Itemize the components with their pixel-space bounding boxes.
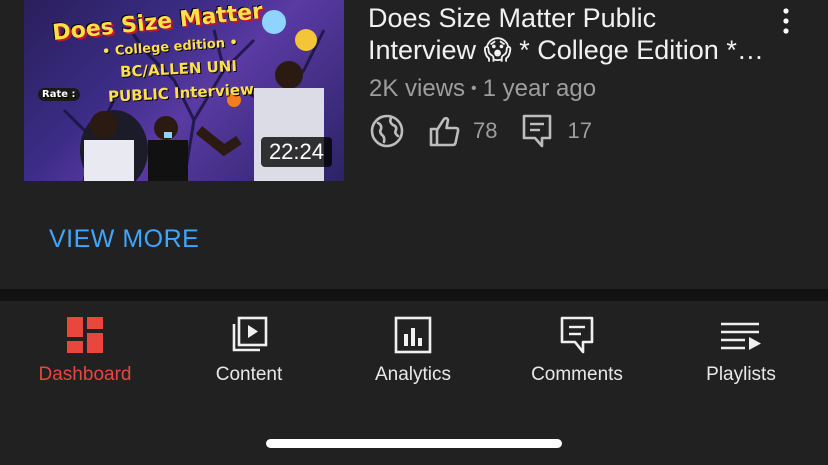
tab-content[interactable]: Content: [167, 315, 331, 395]
content-icon: [232, 316, 268, 352]
globe-icon: [369, 113, 405, 149]
video-thumbnail[interactable]: Does Size Matter • College edition • BC/…: [24, 0, 344, 181]
comment-icon: [521, 113, 553, 149]
like-icon: [427, 114, 461, 148]
analytics-icon: [394, 316, 432, 354]
tab-playlists[interactable]: Playlists: [659, 315, 823, 395]
video-card[interactable]: Does Size Matter • College edition • BC/…: [0, 0, 828, 290]
tab-comments-label: Comments: [531, 364, 623, 385]
tab-dashboard-label: Dashboard: [38, 364, 132, 385]
tab-dashboard[interactable]: Dashboard: [3, 315, 167, 395]
section-divider: [0, 289, 828, 301]
like-count: 78: [473, 118, 498, 143]
tab-content-label: Content: [215, 364, 283, 385]
upload-age: 1 year ago: [482, 75, 597, 102]
comment-count: 17: [567, 118, 592, 143]
video-duration: 22:24: [260, 137, 332, 167]
home-indicator[interactable]: [266, 439, 562, 448]
view-more-button[interactable]: VIEW MORE: [49, 225, 199, 254]
kebab-icon[interactable]: [772, 6, 800, 36]
bottom-tab-bar: Dashboard Content Analytics Comments Pla…: [0, 301, 828, 465]
tab-analytics-label: Analytics: [374, 364, 452, 385]
comments-icon: [560, 316, 594, 354]
tab-analytics[interactable]: Analytics: [331, 315, 495, 395]
video-stats: 78 17: [369, 112, 592, 150]
tab-comments[interactable]: Comments: [495, 315, 659, 395]
meta-separator: •: [471, 80, 477, 97]
video-title[interactable]: Does Size Matter Public Interview 😱 * Co…: [368, 2, 768, 66]
view-count: 2K views: [369, 75, 466, 102]
playlists-icon: [721, 322, 761, 350]
thumbnail-rate: Rate :: [38, 88, 80, 101]
video-meta: 2K views • 1 year ago: [369, 75, 596, 103]
dashboard-icon: [67, 317, 103, 353]
tab-playlists-label: Playlists: [706, 364, 776, 385]
